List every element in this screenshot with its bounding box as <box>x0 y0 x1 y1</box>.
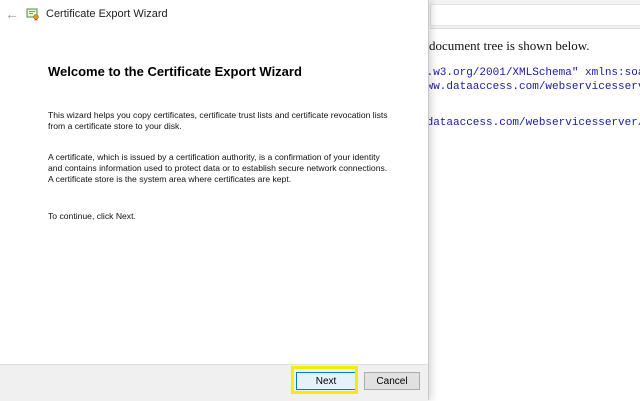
browser-address-area[interactable] <box>430 4 640 26</box>
page-heading: Welcome to the Certificate Export Wizard <box>48 64 302 79</box>
xml-document-note: e document tree is shown below. <box>420 38 590 53</box>
continue-instruction: To continue, click Next. <box>48 211 136 221</box>
window-title: Certificate Export Wizard <box>46 8 168 20</box>
xml-line-1: w.w3.org/2001/XMLSchema" xmlns:soap=" <box>420 67 640 79</box>
next-button[interactable]: Next <box>296 372 356 390</box>
back-arrow-icon[interactable]: ← <box>4 6 20 22</box>
cancel-button[interactable]: Cancel <box>364 372 420 390</box>
certificate-definition-paragraph: A certificate, which is issued by a cert… <box>48 152 388 184</box>
certificate-export-wizard-dialog: ← Certificate Export Wizard Welcome to t… <box>0 0 429 401</box>
wizard-titlebar: ← Certificate Export Wizard <box>0 0 428 30</box>
xml-line-2: www.dataaccess.com/webservicesserver/ <box>420 81 640 93</box>
certificate-icon <box>26 8 39 21</box>
intro-paragraph: This wizard helps you copy certificates,… <box>48 110 388 131</box>
xml-line-3: .dataaccess.com/webservicesserver/"> <box>420 117 640 129</box>
